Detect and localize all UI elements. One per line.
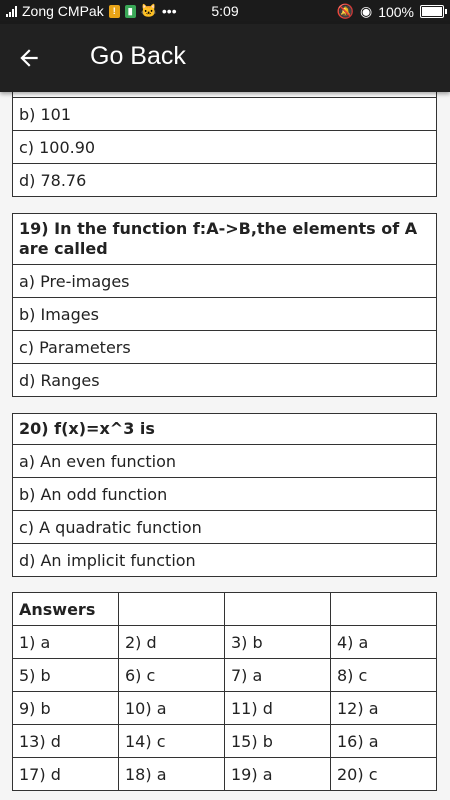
question-19-card: 19) In the function f:A->B,the elements … (12, 213, 437, 397)
answer-cell: 12) a (330, 691, 437, 725)
empty-cell (330, 592, 437, 626)
option-20-a[interactable]: a) An even function (12, 444, 437, 478)
answer-cell: 16) a (330, 724, 437, 758)
empty-cell (118, 592, 225, 626)
answer-cell: 8) c (330, 658, 437, 692)
option-20-c[interactable]: c) A quadratic function (12, 510, 437, 544)
battery-level: 100% (378, 3, 414, 20)
option-18-d[interactable]: d) 78.76 (12, 163, 437, 197)
answer-cell: 2) d (118, 625, 225, 659)
quiz-content: b) 101 c) 100.90 d) 78.76 19) In the fun… (0, 92, 450, 800)
eye-icon: ◉ (359, 3, 373, 19)
answer-cell: 3) b (224, 625, 331, 659)
answer-cell: 14) c (118, 724, 225, 758)
answer-cell: 9) b (12, 691, 119, 725)
question-18-card: b) 101 c) 100.90 d) 78.76 (12, 92, 437, 197)
option-19-d[interactable]: d) Ranges (12, 363, 437, 397)
answer-cell: 13) d (12, 724, 119, 758)
answer-cell: 10) a (118, 691, 225, 725)
option-19-b[interactable]: b) Images (12, 297, 437, 331)
answer-cell: 15) b (224, 724, 331, 758)
question-19-text: 19) In the function f:A->B,the elements … (12, 213, 437, 265)
answer-cell: 17) d (12, 757, 119, 791)
status-bar: Zong CMPak ! ▮ 🐱 ••• 5:09 🔕 ◉ 100% (0, 0, 450, 24)
answer-cell: 19) a (224, 757, 331, 791)
battery-icon (420, 5, 447, 18)
option-19-c[interactable]: c) Parameters (12, 330, 437, 364)
option-20-b[interactable]: b) An odd function (12, 477, 437, 511)
app-bar: Go Back (0, 24, 450, 92)
answer-cell: 20) c (330, 757, 437, 791)
alarm-off-icon: 🔕 (336, 3, 354, 19)
option-18-c[interactable]: c) 100.90 (12, 130, 437, 164)
back-button[interactable] (16, 42, 56, 74)
answer-cell: 18) a (118, 757, 225, 791)
answers-header: Answers (12, 592, 119, 626)
option-18-b[interactable]: b) 101 (12, 97, 437, 131)
question-20-card: 20) f(x)=x^3 is a) An even function b) A… (12, 413, 437, 577)
answer-cell: 6) c (118, 658, 225, 692)
question-20-text: 20) f(x)=x^3 is (12, 413, 437, 445)
answer-cell: 1) a (12, 625, 119, 659)
answers-table: Answers 1) a 2) d 3) b 4) a 5) b 6) c 7)… (12, 592, 437, 791)
answer-cell: 5) b (12, 658, 119, 692)
empty-cell (224, 592, 331, 626)
option-20-d[interactable]: d) An implicit function (12, 543, 437, 577)
answer-cell: 11) d (224, 691, 331, 725)
answer-cell: 4) a (330, 625, 437, 659)
page-title: Go Back (90, 42, 186, 70)
answer-cell: 7) a (224, 658, 331, 692)
arrow-back-icon (20, 49, 38, 67)
status-right: 🔕 ◉ 100% (336, 3, 447, 20)
option-19-a[interactable]: a) Pre-images (12, 264, 437, 298)
